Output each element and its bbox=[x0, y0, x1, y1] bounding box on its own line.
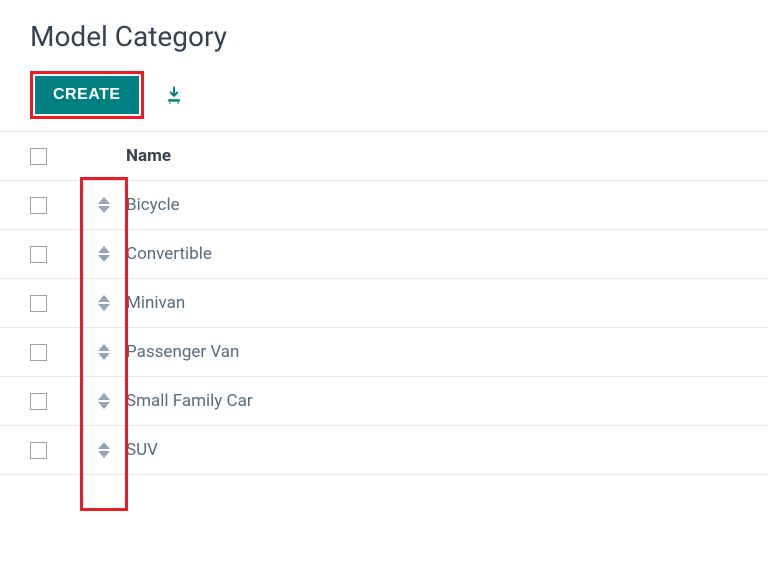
table-row[interactable]: Bicycle bbox=[0, 181, 768, 230]
table-row[interactable]: Minivan bbox=[0, 279, 768, 328]
table: Name Bicycle Convertible Minivan bbox=[0, 131, 768, 475]
table-row[interactable]: Convertible bbox=[0, 230, 768, 279]
table-row[interactable]: Small Family Car bbox=[0, 377, 768, 426]
drag-handle-icon[interactable] bbox=[98, 295, 110, 311]
drag-handle-icon[interactable] bbox=[98, 344, 110, 360]
row-checkbox[interactable] bbox=[30, 393, 47, 410]
row-checkbox[interactable] bbox=[30, 344, 47, 361]
column-header-name[interactable]: Name bbox=[126, 146, 738, 166]
page-header: Model Category CREATE bbox=[0, 0, 768, 131]
table-body: Bicycle Convertible Minivan Passenger Va… bbox=[0, 181, 768, 475]
table-header-row: Name bbox=[0, 132, 768, 181]
row-checkbox[interactable] bbox=[30, 246, 47, 263]
row-checkbox[interactable] bbox=[30, 442, 47, 459]
create-button[interactable]: CREATE bbox=[35, 76, 139, 114]
toolbar: CREATE bbox=[30, 71, 738, 119]
select-all-checkbox[interactable] bbox=[30, 148, 47, 165]
table-row[interactable]: SUV bbox=[0, 426, 768, 475]
page-title: Model Category bbox=[30, 20, 738, 53]
create-button-highlight: CREATE bbox=[30, 71, 144, 119]
row-checkbox[interactable] bbox=[30, 197, 47, 214]
drag-handle-icon[interactable] bbox=[98, 246, 110, 262]
download-icon[interactable] bbox=[164, 85, 184, 105]
drag-handle-icon[interactable] bbox=[98, 393, 110, 409]
row-name: Convertible bbox=[126, 244, 738, 264]
table-row[interactable]: Passenger Van bbox=[0, 328, 768, 377]
row-name: Bicycle bbox=[126, 195, 738, 215]
row-name: SUV bbox=[126, 440, 738, 460]
row-name: Small Family Car bbox=[126, 391, 738, 411]
page: Model Category CREATE Name bbox=[0, 0, 768, 475]
row-name: Minivan bbox=[126, 293, 738, 313]
row-name: Passenger Van bbox=[126, 342, 738, 362]
drag-handle-icon[interactable] bbox=[98, 197, 110, 213]
drag-handle-icon[interactable] bbox=[98, 442, 110, 458]
row-checkbox[interactable] bbox=[30, 295, 47, 312]
select-all-cell bbox=[30, 148, 82, 165]
